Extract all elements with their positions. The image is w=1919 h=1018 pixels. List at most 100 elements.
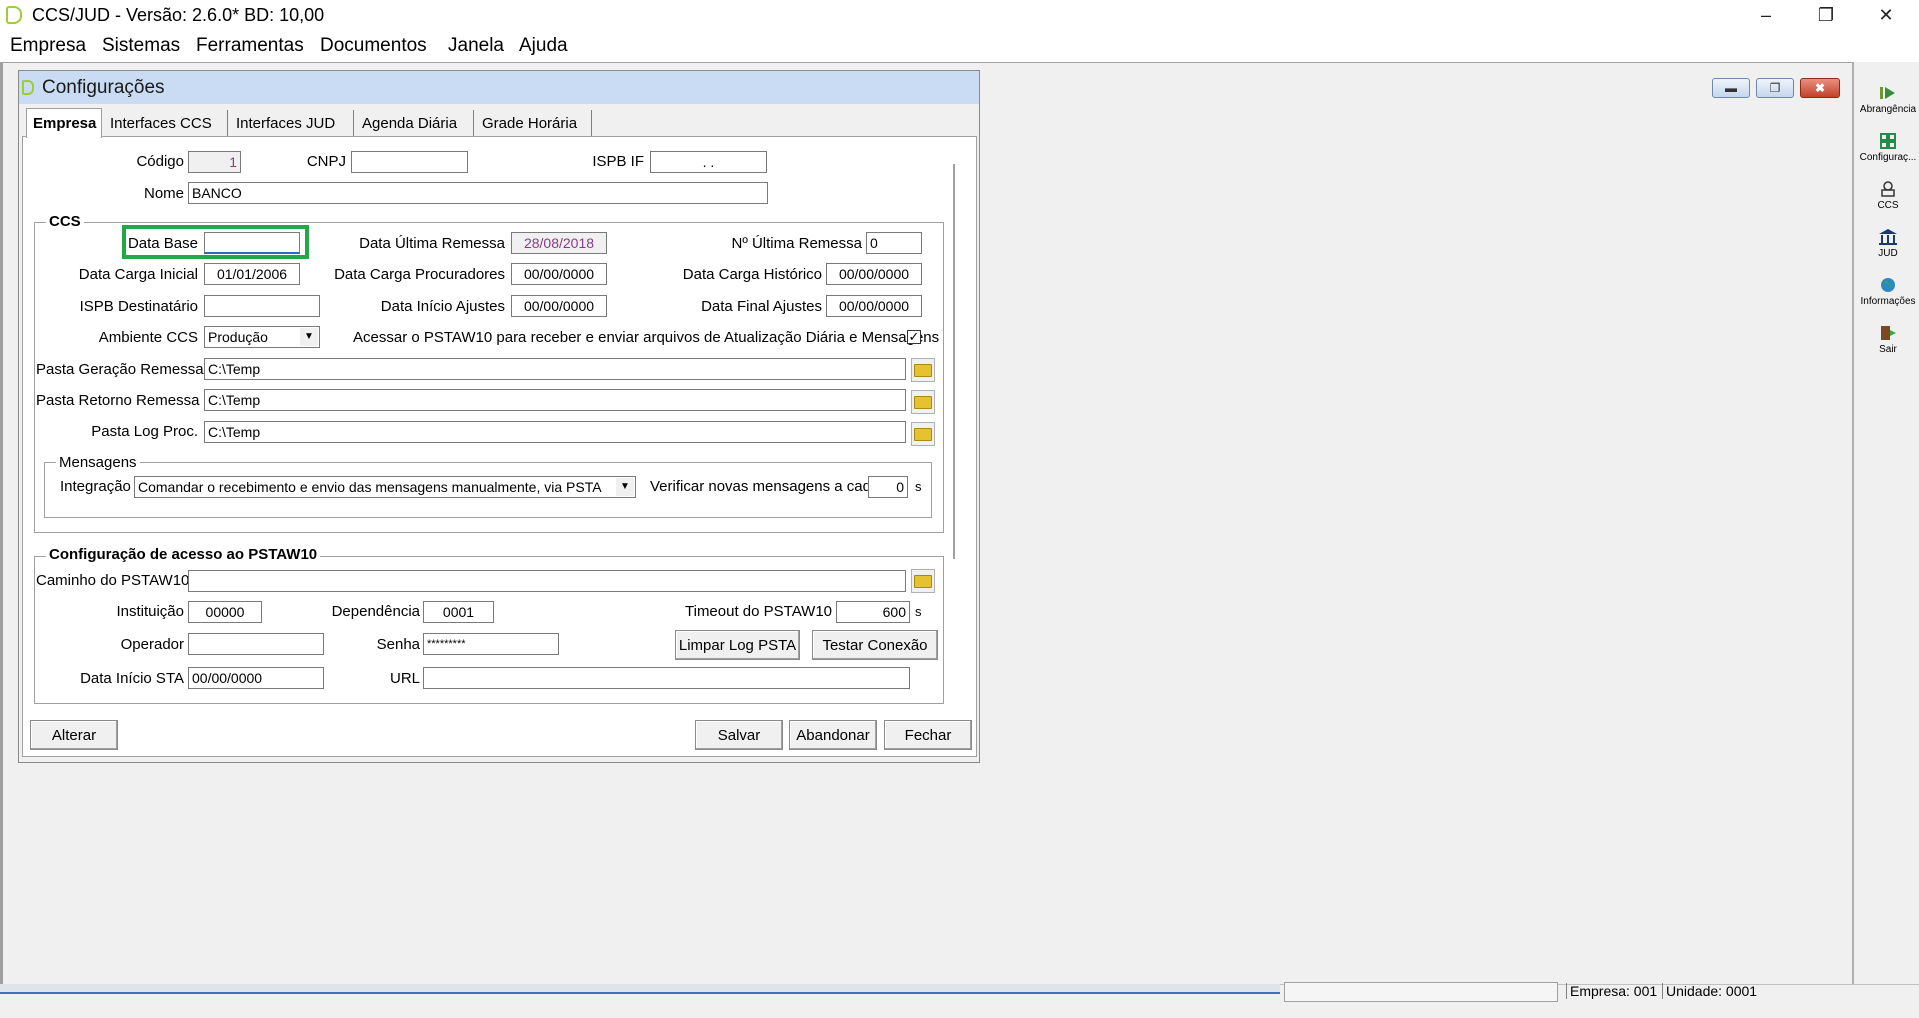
data-inicio-sta-field[interactable]: 00/00/0000 xyxy=(188,667,324,689)
pasta-log-field[interactable]: C:\Temp xyxy=(204,421,906,443)
num-ultima-remessa-label: Nº Última Remessa xyxy=(731,235,862,252)
cnpj-label: CNPJ xyxy=(306,153,346,170)
chevron-down-icon[interactable]: ▼ xyxy=(616,478,634,496)
status-empresa: Empresa: 001 xyxy=(1566,983,1657,999)
data-carga-historico-label: Data Carga Histórico xyxy=(682,266,822,283)
sidebar-item-jud[interactable]: JUD xyxy=(1856,228,1919,259)
alterar-button[interactable]: Alterar xyxy=(30,720,118,750)
status-unidade: Unidade: 0001 xyxy=(1662,983,1757,999)
instituicao-field[interactable]: 00000 xyxy=(188,601,262,623)
pasta-geracao-field[interactable]: C:\Temp xyxy=(204,358,906,380)
data-base-highlight xyxy=(122,225,309,259)
sidebar-item-configuracoes[interactable]: Configuraç... xyxy=(1856,132,1919,163)
data-carga-procuradores-label: Data Carga Procuradores xyxy=(334,266,505,283)
acessar-pstaw-label: Acessar o PSTAW10 para receber e enviar … xyxy=(353,329,940,346)
operador-field[interactable] xyxy=(188,633,324,655)
integracao-select[interactable]: Comandar o recebimento e envio das mensa… xyxy=(134,476,636,498)
pasta-retorno-field[interactable]: C:\Temp xyxy=(204,389,906,411)
data-ultima-remessa-field[interactable]: 28/08/2018 xyxy=(511,232,607,254)
menu-ajuda[interactable]: Ajuda xyxy=(519,35,568,57)
menu-sistemas[interactable]: Sistemas xyxy=(102,35,180,57)
tab-interfaces-ccs[interactable]: Interfaces CCS xyxy=(104,110,228,136)
data-carga-inicial-field[interactable]: 01/01/2006 xyxy=(204,263,300,285)
pasta-retorno-label: Pasta Retorno Remessa xyxy=(36,392,200,409)
pasta-log-browse-button[interactable] xyxy=(911,422,935,446)
close-button[interactable]: ✕ xyxy=(1857,0,1915,31)
sidebar-item-abrangencia[interactable]: Abrangência xyxy=(1856,84,1919,115)
data-inicio-ajustes-field[interactable]: 00/00/0000 xyxy=(511,295,607,317)
ispb-if-label: ISPB IF xyxy=(592,153,644,170)
child-app-icon xyxy=(22,80,34,95)
sidebar-item-informacoes[interactable]: Informações xyxy=(1856,276,1919,307)
timeout-unit: s xyxy=(915,604,922,619)
menu-ferramentas[interactable]: Ferramentas xyxy=(196,35,304,57)
sidebar-label: Sair xyxy=(1879,344,1897,355)
restore-button[interactable]: ❐ xyxy=(1797,0,1855,31)
timeout-field[interactable]: 600 xyxy=(836,601,910,623)
instituicao-label: Instituição xyxy=(116,603,184,620)
minimize-button[interactable]: – xyxy=(1737,0,1795,31)
timeout-label: Timeout do PSTAW10 xyxy=(685,603,832,620)
status-progress xyxy=(1284,982,1558,1002)
codigo-field[interactable]: 1 xyxy=(188,151,241,173)
data-ultima-remessa-label: Data Última Remessa xyxy=(359,235,505,252)
cnpj-field[interactable] xyxy=(351,151,468,173)
sidebar-label: CCS xyxy=(1877,200,1899,211)
integracao-label: Integração xyxy=(60,478,131,495)
integracao-value: Comandar o recebimento e envio das mensa… xyxy=(138,479,602,495)
data-carga-procuradores-field[interactable]: 00/00/0000 xyxy=(511,263,607,285)
fechar-button[interactable]: Fechar xyxy=(884,720,972,750)
child-restore-button[interactable]: ❐ xyxy=(1756,78,1794,98)
nome-field[interactable]: BANCO xyxy=(188,182,768,204)
num-ultima-remessa-field[interactable]: 0 xyxy=(866,232,922,254)
pasta-geracao-label: Pasta Geração Remessa xyxy=(36,361,204,378)
data-carga-inicial-label: Data Carga Inicial xyxy=(78,266,198,283)
ccs-group-title: CCS xyxy=(46,213,84,230)
caminho-pstaw-browse-button[interactable] xyxy=(911,569,935,593)
data-carga-historico-field[interactable]: 00/00/0000 xyxy=(826,263,922,285)
menu-documentos[interactable]: Documentos xyxy=(320,35,427,57)
tab-grade-horaria[interactable]: Grade Horária xyxy=(476,110,592,136)
ambiente-ccs-select[interactable]: Produção ▼ xyxy=(204,326,320,348)
folder-icon xyxy=(914,574,932,588)
tab-agenda-diaria[interactable]: Agenda Diária xyxy=(356,110,474,136)
globe-icon xyxy=(1881,278,1895,292)
sidebar-item-sair[interactable]: Sair xyxy=(1856,324,1919,355)
url-field[interactable] xyxy=(423,667,910,689)
menu-janela[interactable]: Janela xyxy=(448,35,504,57)
nome-label: Nome xyxy=(143,185,184,202)
folder-icon xyxy=(914,427,932,441)
caminho-pstaw-field[interactable] xyxy=(188,570,906,592)
salvar-button[interactable]: Salvar xyxy=(695,720,783,750)
pasta-retorno-browse-button[interactable] xyxy=(911,390,935,414)
data-final-ajustes-field[interactable]: 00/00/0000 xyxy=(826,295,922,317)
child-close-button[interactable]: ✖ xyxy=(1800,78,1840,98)
testar-conexao-button[interactable]: Testar Conexão xyxy=(812,630,938,660)
jud-icon xyxy=(1879,229,1897,245)
window-title: CCS/JUD - Versão: 2.6.0* BD: 10,00 xyxy=(32,5,325,25)
sidebar-item-ccs[interactable]: CCS xyxy=(1856,180,1919,211)
verificar-field[interactable]: 0 xyxy=(868,476,908,498)
exit-icon xyxy=(1881,326,1896,340)
child-minimize-button[interactable]: ▬ xyxy=(1712,78,1750,98)
ispb-if-field[interactable]: . . xyxy=(650,151,767,173)
horizontal-scrollbar[interactable] xyxy=(0,984,1280,994)
arrow-right-icon xyxy=(1880,87,1895,99)
senha-field[interactable]: ********* xyxy=(423,633,559,655)
acessar-pstaw-checkbox[interactable]: ✓ xyxy=(907,330,921,344)
tab-empresa[interactable]: Empresa xyxy=(26,108,102,138)
dependencia-field[interactable]: 0001 xyxy=(423,601,494,623)
menu-empresa[interactable]: Empresa xyxy=(10,35,86,57)
folder-icon xyxy=(914,363,932,377)
chevron-down-icon[interactable]: ▼ xyxy=(300,328,318,346)
mensagens-group-title: Mensagens xyxy=(56,454,140,471)
tab-interfaces-jud[interactable]: Interfaces JUD xyxy=(230,110,354,136)
ispb-destinatario-field[interactable] xyxy=(204,295,320,317)
abandonar-button[interactable]: Abandonar xyxy=(789,720,877,750)
sidebar-label: JUD xyxy=(1878,248,1898,259)
limpar-log-button[interactable]: Limpar Log PSTA xyxy=(675,630,800,660)
caminho-pstaw-label: Caminho do PSTAW10 xyxy=(36,572,190,589)
pasta-geracao-browse-button[interactable] xyxy=(911,358,935,382)
folder-icon xyxy=(914,395,932,409)
operador-label: Operador xyxy=(120,636,184,653)
